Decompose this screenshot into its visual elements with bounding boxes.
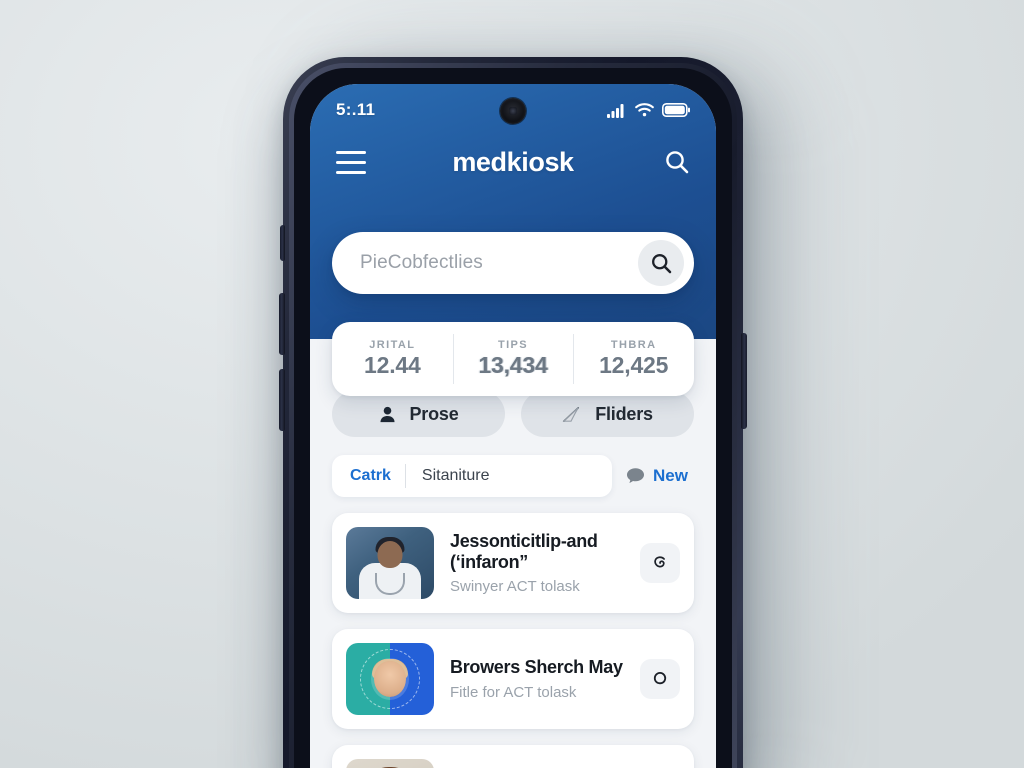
- mute-switch[interactable]: [280, 225, 285, 261]
- filter-pill-fliders[interactable]: Fliders: [521, 391, 694, 437]
- chat-bubble-icon: [627, 468, 645, 484]
- app-bar: medkiosk: [310, 130, 716, 194]
- stats-card: JRITAL 12.44 TIPS 13,434 THBRA 12,425: [332, 322, 694, 396]
- stat-value: 12,425: [599, 352, 669, 378]
- phone-device: 5:.11 medkiosk PieCobfectlies JRITAL 12.…: [279, 57, 747, 768]
- filter-pill-label: Prose: [409, 403, 459, 424]
- filter-pill-prose[interactable]: Prose: [332, 391, 505, 437]
- segment-row: Catrk Sitaniture New: [332, 455, 694, 497]
- volume-up-button[interactable]: [279, 293, 285, 355]
- result-title: Jessonticitlip-and (‘infaron”: [450, 530, 598, 572]
- bookmark-swirl-icon: [654, 556, 665, 568]
- filter-pill-row: Prose Fliders: [332, 391, 694, 437]
- power-button[interactable]: [741, 333, 747, 429]
- result-card[interactable]: Browers Sherch May Fitle for ACT tolask: [332, 629, 694, 729]
- phone-bezel: 5:.11 medkiosk PieCobfectlies JRITAL 12.…: [294, 68, 732, 768]
- stat-label: TIPS: [497, 339, 529, 351]
- volume-down-button[interactable]: [279, 369, 285, 431]
- result-card[interactable]: Welebore Blon: [332, 745, 694, 768]
- stat-value: 12.44: [364, 352, 421, 378]
- phone-screen: 5:.11 medkiosk PieCobfectlies JRITAL 12.…: [310, 84, 716, 768]
- app-header: 5:.11 medkiosk: [310, 84, 716, 339]
- hamburger-menu-icon[interactable]: [336, 150, 366, 174]
- new-link-label: New: [653, 466, 688, 485]
- search-submit-button[interactable]: [638, 240, 684, 286]
- result-card[interactable]: Jessonticitlip-and (‘infaron” Swinyer AC…: [332, 513, 694, 613]
- battery-icon: [662, 103, 690, 117]
- sliders-icon: [562, 406, 580, 422]
- result-text: Browers Sherch May Fitle for ACT tolask: [450, 657, 624, 700]
- result-subtitle: Fitle for ACT tolask: [450, 683, 577, 701]
- result-thumbnail: [346, 759, 434, 768]
- wifi-icon: [635, 103, 654, 117]
- segment-tab-primary[interactable]: Catrk: [332, 467, 405, 485]
- search-bar[interactable]: PieCobfectlies: [332, 232, 694, 308]
- result-action-button[interactable]: [640, 659, 680, 699]
- front-camera: [500, 98, 526, 124]
- stat-item[interactable]: TIPS 13,434: [452, 322, 574, 396]
- header-search-icon[interactable]: [660, 149, 690, 175]
- search-container: PieCobfectlies: [332, 232, 694, 308]
- ring-icon: [653, 671, 667, 685]
- stat-label: THBRA: [610, 339, 657, 351]
- result-title: Browers Sherch May: [450, 657, 623, 678]
- search-input[interactable]: PieCobfectlies: [360, 252, 638, 274]
- segment-tab-secondary[interactable]: Sitaniture: [406, 467, 506, 485]
- status-bar-time: 5:.11: [336, 100, 376, 119]
- search-icon: [651, 253, 671, 273]
- result-action-button[interactable]: [640, 543, 680, 583]
- stat-value: 13,434: [478, 352, 548, 378]
- status-bar-icons: [607, 103, 690, 118]
- filter-pill-label: Fliders: [595, 403, 653, 424]
- result-text: Jessonticitlip-and (‘infaron” Swinyer AC…: [450, 531, 624, 595]
- segment-control: Catrk Sitaniture: [332, 455, 613, 497]
- result-thumbnail: [346, 527, 434, 599]
- result-thumbnail: [346, 643, 434, 715]
- stat-item[interactable]: THBRA 12,425: [573, 322, 694, 396]
- result-subtitle: Swinyer ACT tolask: [450, 578, 580, 596]
- person-icon: [380, 406, 396, 422]
- stat-item[interactable]: JRITAL 12.44: [332, 322, 453, 396]
- screenshot-stage: 5:.11 medkiosk PieCobfectlies JRITAL 12.…: [0, 0, 1024, 768]
- signal-bars-icon: [607, 103, 624, 118]
- app-title: medkiosk: [452, 146, 574, 177]
- content-area: Prose Fliders Catrk Sitaniture New Jesso…: [310, 339, 716, 768]
- stat-label: JRITAL: [369, 339, 416, 351]
- search-icon: [666, 151, 689, 174]
- new-link[interactable]: New: [626, 466, 694, 486]
